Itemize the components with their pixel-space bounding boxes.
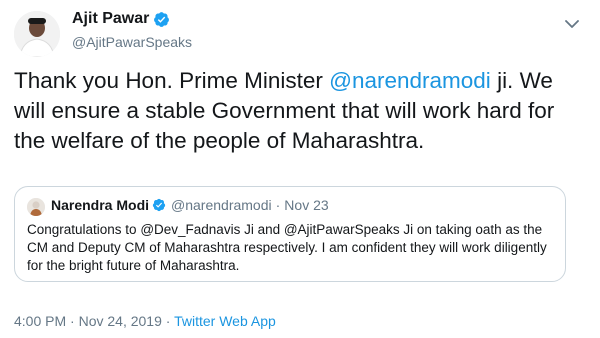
author-name-row[interactable]: Ajit Pawar — [72, 10, 170, 28]
tweet-time[interactable]: 4:00 PM — [14, 313, 66, 329]
tweet-date[interactable]: Nov 24, 2019 — [79, 313, 162, 329]
tweet-source-link[interactable]: Twitter Web App — [174, 313, 276, 329]
mention-link[interactable]: @narendramodi — [329, 68, 491, 93]
quoted-author-name[interactable]: Narendra Modi — [51, 197, 149, 213]
tweet-text-start: Thank you Hon. Prime Minister — [14, 68, 330, 93]
tweet-meta: 4:00 PM · Nov 24, 2019 · Twitter Web App — [14, 313, 276, 329]
chevron-down-icon[interactable] — [562, 14, 582, 34]
author-name[interactable]: Ajit Pawar — [72, 10, 149, 28]
quoted-date[interactable]: Nov 23 — [284, 197, 328, 213]
meta-separator: · — [161, 313, 175, 329]
meta-separator: · — [66, 313, 79, 329]
quoted-tweet[interactable]: Narendra Modi @narendramodi · Nov 23 Con… — [14, 186, 566, 282]
author-avatar[interactable] — [14, 11, 60, 57]
author-handle[interactable]: @AjitPawarSpeaks — [72, 34, 192, 50]
verified-badge-icon — [153, 11, 170, 28]
quoted-text: Congratulations to @Dev_Fadnavis Ji and … — [27, 222, 547, 273]
quoted-author-avatar[interactable] — [27, 198, 45, 216]
quoted-author-handle[interactable]: @narendramodi — [171, 197, 272, 213]
verified-badge-icon — [152, 198, 166, 212]
tweet-card: Ajit Pawar @AjitPawarSpeaks Thank you Ho… — [0, 0, 600, 338]
quoted-header: Narendra Modi @narendramodi · Nov 23 — [51, 197, 329, 213]
tweet-text: Thank you Hon. Prime Minister @narendram… — [14, 66, 586, 156]
quoted-separator: · — [275, 197, 281, 213]
